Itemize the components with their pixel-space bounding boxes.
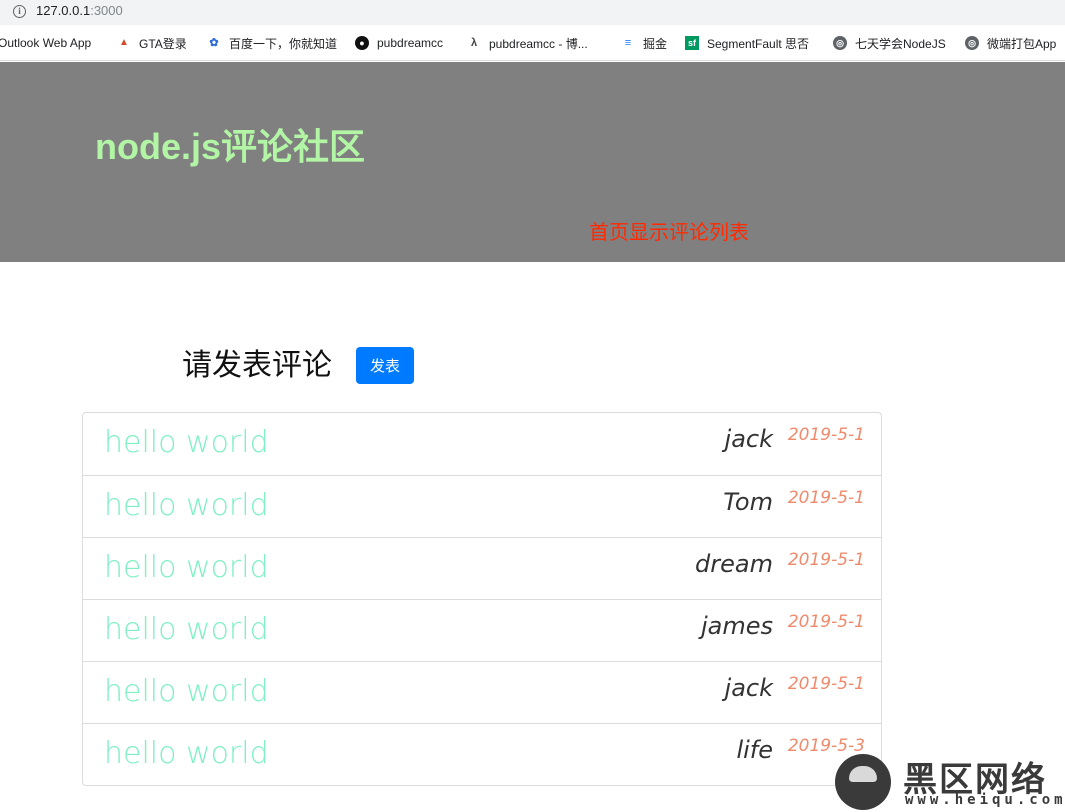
comment-date: 2019-5-1 [787, 550, 865, 570]
bookmark-label: 微端打包App [987, 36, 1057, 51]
bookmark-baidu[interactable]: ✿ 百度一下，你就知道 [207, 35, 337, 51]
bookmark-segmentfault[interactable]: sf SegmentFault 思否 [685, 35, 809, 51]
baidu-paw-icon: ✿ [209, 37, 219, 49]
url-host: 127.0.0.1 [36, 3, 91, 18]
url-port: :3000 [90, 3, 123, 18]
comment-content: hello world [104, 736, 269, 771]
bookmarks-bar: Outlook Web App ▲ GTA登录 ✿ 百度一下，你就知道 ● pu… [0, 25, 1065, 61]
list-item: hello world Tom 2019-5-1 [83, 475, 881, 537]
bookmark-outlook[interactable]: Outlook Web App [0, 35, 91, 51]
comment-date: 2019-5-1 [787, 612, 865, 632]
gta-icon: ▲ [119, 37, 129, 48]
list-item: hello world jack 2019-5-1 [83, 413, 881, 475]
address-bar[interactable]: i 127.0.0.1:3000 [0, 0, 1065, 25]
comment-author: life [736, 736, 773, 764]
bookmark-gta[interactable]: ▲ GTA登录 [117, 35, 187, 51]
comment-content: hello world [104, 488, 269, 523]
comment-content: hello world [104, 612, 269, 647]
comment-content: hello world [104, 425, 269, 460]
bookmark-label: 掘金 [643, 36, 668, 51]
github-icon: ● [355, 36, 369, 50]
mushroom-logo-icon [835, 754, 891, 810]
comment-list-link[interactable]: 首页显示评论列表 [589, 216, 749, 245]
publish-button[interactable]: 发表 [356, 347, 414, 384]
bookmark-label: pubdreamcc - 博... [489, 36, 588, 51]
list-item: hello world jack 2019-5-1 [83, 661, 881, 723]
watermark: 黑区网络 www.heiqu.com [835, 750, 1065, 812]
bookmark-label: 百度一下，你就知道 [229, 36, 338, 51]
comment-author: jack [724, 674, 773, 702]
compose-heading: 请发表评论 [182, 348, 332, 383]
comment-author: james [700, 612, 773, 640]
comment-author: jack [724, 425, 773, 453]
segmentfault-icon: sf [685, 36, 699, 50]
bookmark-label: GTA登录 [139, 36, 187, 51]
list-item: hello world life 2019-5-3 [83, 723, 881, 785]
bookmark-app[interactable]: ◎ 微端打包App [965, 35, 1056, 51]
comment-content: hello world [104, 550, 269, 585]
globe-icon: ◎ [833, 36, 847, 50]
site-title: node.js评论社区 [95, 126, 366, 167]
page-header: node.js评论社区 首页显示评论列表 [0, 62, 1065, 262]
bookmark-cnblogs[interactable]: λ pubdreamcc - 博... [467, 35, 588, 51]
bookmark-juejin[interactable]: ≡ 掘金 [621, 35, 667, 51]
comment-author: Tom [723, 488, 773, 516]
bookmark-github[interactable]: ● pubdreamcc [355, 35, 443, 51]
info-icon[interactable]: i [13, 5, 26, 18]
bookmark-label: 七天学会NodeJS [855, 36, 946, 51]
list-item: hello world james 2019-5-1 [83, 599, 881, 661]
comment-date: 2019-5-1 [787, 488, 865, 508]
comment-list: hello world jack 2019-5-1 hello world To… [82, 412, 882, 786]
comment-date: 2019-5-1 [787, 425, 865, 445]
comment-content: hello world [104, 674, 269, 709]
bookmark-label: pubdreamcc [377, 36, 444, 50]
juejin-icon: ≡ [624, 37, 632, 49]
cnblogs-icon: λ [470, 37, 478, 49]
bookmark-label: SegmentFault 思否 [707, 36, 810, 51]
bookmark-label: Outlook Web App [0, 36, 92, 50]
watermark-url: www.heiqu.com [905, 792, 1065, 808]
list-item: hello world dream 2019-5-1 [83, 537, 881, 599]
globe-icon: ◎ [965, 36, 979, 50]
comment-date: 2019-5-1 [787, 674, 865, 694]
comment-author: dream [695, 550, 773, 578]
bookmark-nodejs[interactable]: ◎ 七天学会NodeJS [833, 35, 946, 51]
url-text[interactable]: 127.0.0.1:3000 [36, 3, 123, 18]
